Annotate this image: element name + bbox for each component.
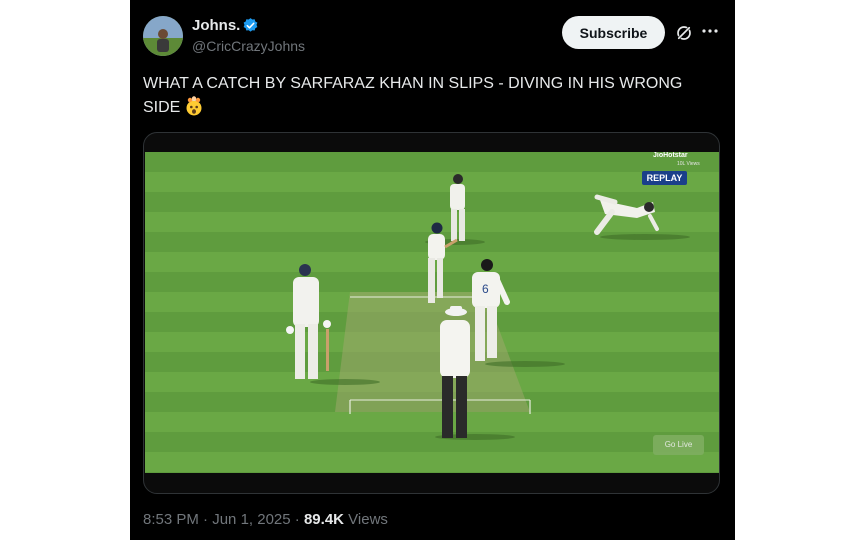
grok-icon[interactable] (675, 24, 693, 42)
replay-badge: REPLAY (642, 171, 687, 185)
go-live-button[interactable]: Go Live (653, 435, 704, 455)
tweet-time[interactable]: 8:53 PM (143, 511, 199, 528)
meta-separator-2: · (294, 511, 300, 528)
views-overlay: 10L Views (677, 161, 700, 167)
video-frame: 6 JioHotstar 10L Views REPLAY Go Live (145, 152, 719, 473)
tweet-meta: 8:53 PM · Jun 1, 2025 · 89.4K Views (143, 511, 388, 528)
tweet-date[interactable]: Jun 1, 2025 (212, 511, 290, 528)
tweet-text: WHAT A CATCH BY SARFARAZ KHAN IN SLIPS -… (143, 72, 718, 120)
verified-badge-icon (242, 17, 259, 34)
tweet-text-body: WHAT A CATCH BY SARFARAZ KHAN IN SLIPS -… (143, 75, 683, 116)
video-player[interactable]: 6 JioHotstar 10L Views REPLAY Go Live (143, 132, 720, 494)
avatar[interactable] (143, 16, 183, 56)
meta-separator: · (203, 511, 209, 528)
broadcaster-logo: JioHotstar (653, 152, 688, 159)
more-icon[interactable] (700, 21, 720, 41)
views-label: Views (348, 511, 388, 528)
exploding-head-emoji-icon (184, 96, 204, 116)
author-name[interactable]: Johns. (192, 17, 240, 34)
player-number: 6 (482, 282, 489, 296)
subscribe-button[interactable]: Subscribe (562, 16, 665, 49)
tweet-card: Johns. @CricCrazyJohns Subscribe WHAT A … (130, 0, 735, 540)
views-count: 89.4K (303, 511, 344, 528)
author-handle[interactable]: @CricCrazyJohns (192, 38, 305, 54)
